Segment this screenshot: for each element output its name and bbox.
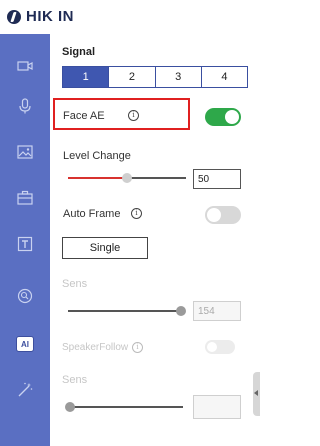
magic-wand-icon [18, 382, 33, 397]
toggle-knob [225, 110, 239, 124]
sidebar-item-briefcase[interactable] [0, 178, 50, 218]
level-change-value[interactable]: 50 [193, 169, 241, 189]
info-icon[interactable]: i [132, 342, 143, 353]
face-ae-label: Face AE [63, 110, 105, 122]
sens-slider[interactable] [68, 306, 186, 316]
toggle-knob [207, 342, 217, 352]
sens-label: Sens [62, 374, 88, 386]
auto-frame-mode-button[interactable]: Single [62, 237, 148, 259]
toggle-knob [207, 208, 221, 222]
collapse-handle[interactable] [253, 372, 260, 416]
zoom-icon [17, 288, 33, 304]
signal-title: Signal [62, 46, 96, 58]
camera-icon [17, 61, 33, 71]
level-change-label: Level Change [63, 150, 131, 162]
slider-fill [68, 177, 127, 179]
signal-tab-1[interactable]: 1 [62, 66, 110, 88]
sens-slider[interactable] [65, 402, 183, 412]
level-change-slider[interactable] [68, 173, 186, 183]
sidebar-item-ai[interactable]: AI [0, 324, 50, 364]
sens-label: Sens [62, 278, 88, 290]
info-icon[interactable]: i [128, 110, 139, 121]
slider-knob[interactable] [176, 306, 186, 316]
slider-knob[interactable] [122, 173, 132, 183]
sidebar-item-magic[interactable] [0, 370, 50, 410]
text-icon [17, 236, 33, 252]
sidebar-item-camera[interactable] [0, 46, 50, 86]
speaker-follow-label: SpeakerFollow [62, 342, 129, 353]
image-icon [17, 145, 33, 159]
signal-tabs: 1 2 3 4 [62, 66, 248, 88]
brand-logo-icon [7, 10, 21, 24]
auto-frame-label: Auto Frame [63, 208, 121, 220]
speaker-follow-toggle[interactable] [205, 340, 235, 354]
app-header: HIK IN [0, 0, 260, 34]
signal-tab-4[interactable]: 4 [201, 66, 248, 88]
sidebar: AI [0, 34, 50, 446]
sens-value[interactable] [193, 395, 241, 419]
microphone-icon [19, 98, 31, 114]
sidebar-item-zoom[interactable] [0, 276, 50, 316]
auto-frame-toggle[interactable] [205, 206, 241, 224]
ai-icon: AI [16, 336, 34, 352]
face-ae-toggle[interactable] [205, 108, 241, 126]
info-icon[interactable]: i [131, 208, 142, 219]
sidebar-item-text[interactable] [0, 224, 50, 264]
ai-settings-panel: Signal 1 2 3 4 Face AE i Level Change 50… [50, 34, 260, 446]
sens-value[interactable]: 154 [193, 301, 241, 321]
briefcase-icon [17, 190, 33, 205]
brand-name: HIK IN [26, 8, 74, 25]
signal-tab-3[interactable]: 3 [155, 66, 202, 88]
slider-knob[interactable] [65, 402, 75, 412]
sidebar-item-image[interactable] [0, 132, 50, 172]
signal-tab-2[interactable]: 2 [109, 66, 156, 88]
sidebar-item-audio[interactable] [0, 86, 50, 126]
